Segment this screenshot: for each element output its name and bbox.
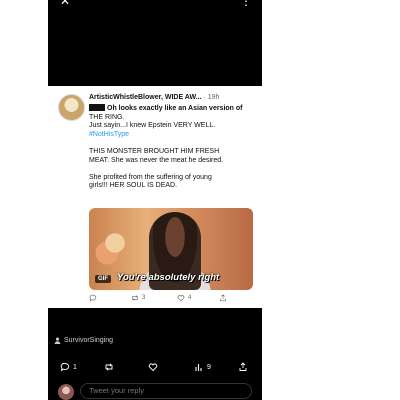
screenshot-tweet-card: ArtisticWhistleBlower, WIDE AW... · 19h … <box>48 86 262 308</box>
reply-icon <box>60 363 70 372</box>
share-action[interactable] <box>219 294 227 302</box>
reply-icon <box>89 294 97 302</box>
post-views[interactable]: 9 <box>194 362 211 372</box>
tweet-line-2: THE RING. <box>89 113 125 121</box>
background-art <box>95 218 135 268</box>
tweet-avatar <box>58 94 85 121</box>
like-icon <box>148 363 158 372</box>
reply-input[interactable] <box>80 383 252 399</box>
views-icon <box>195 364 202 371</box>
post-author[interactable]: SurvivorSinging <box>54 337 113 344</box>
user-icon <box>54 337 61 344</box>
tweet-line-3: Just sayin...I knew Epstein VERY WELL. <box>89 122 216 130</box>
tweet-para2-line1: THIS MONSTER BROUGHT HIM FRESH <box>89 147 220 155</box>
tweet-para3-line1: She profited from the suffering of young <box>89 173 212 181</box>
post-like-button[interactable] <box>148 362 158 372</box>
like-count: 4 <box>188 295 192 301</box>
post-view-count: 9 <box>207 363 211 371</box>
redaction-block <box>89 104 105 111</box>
retweet-icon <box>132 295 138 301</box>
retweet-icon <box>105 363 113 371</box>
gif-caption: You're absolutely right <box>117 272 220 283</box>
gif-badge: GIF <box>95 275 111 283</box>
tweet-para3-line2: girls!!! HER SOUL IS DEAD. <box>89 182 178 190</box>
retweet-count: 3 <box>142 295 146 301</box>
like-action[interactable]: 4 <box>177 294 191 302</box>
tweet-line-1: Oh looks exactly like an Asian version o… <box>107 105 243 112</box>
my-avatar <box>58 384 74 400</box>
share-icon <box>220 294 226 302</box>
video-frame: ✕ ⋮ ArtisticWhistleBlower, WIDE AW... · … <box>48 0 262 400</box>
tweet-text: Oh looks exactly like an Asian version o… <box>89 104 259 191</box>
post-reply-button[interactable]: 1 <box>60 362 77 372</box>
display-name: ArtisticWhistleBlower, WIDE AW... <box>89 94 202 101</box>
reply-action[interactable] <box>89 294 97 302</box>
reply-composer <box>48 380 262 400</box>
tweet-time: · 19h <box>203 94 220 101</box>
tweet-header: ArtisticWhistleBlower, WIDE AW... · 19h <box>89 94 259 101</box>
post-reply-count: 1 <box>73 363 77 371</box>
close-icon[interactable]: ✕ <box>60 0 70 8</box>
tweet-para2-line2: MEAT. She was never the meat he desired. <box>89 156 224 164</box>
more-icon[interactable]: ⋮ <box>240 0 252 8</box>
retweet-action[interactable]: 3 <box>131 294 145 302</box>
like-icon <box>177 295 185 302</box>
post-share-button[interactable] <box>238 362 248 372</box>
hashtag-link[interactable]: #NotHisType <box>89 131 259 140</box>
gif-media[interactable]: GIF You're absolutely right <box>89 208 253 290</box>
top-bar: ✕ ⋮ <box>48 0 262 10</box>
author-username: SurvivorSinging <box>64 337 114 344</box>
post-actions: 1 9 <box>48 360 262 374</box>
share-icon <box>239 362 247 371</box>
post-retweet-button[interactable] <box>104 362 114 372</box>
tweet-actions: 3 4 <box>89 294 259 304</box>
